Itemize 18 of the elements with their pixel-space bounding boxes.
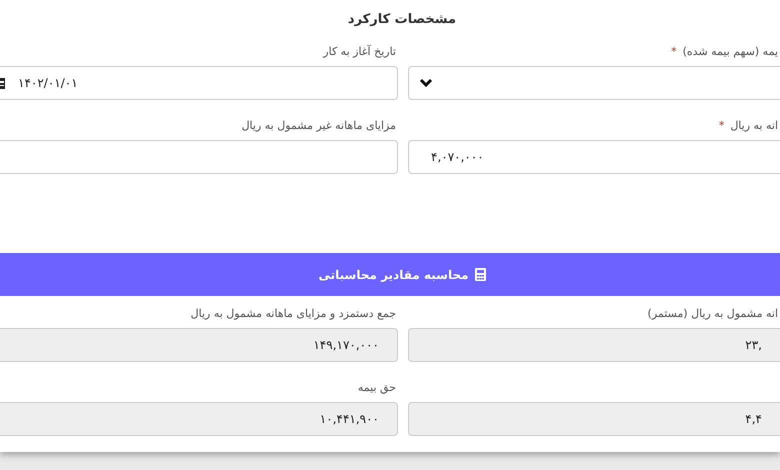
calendar-icon xyxy=(0,76,6,90)
required-mark: * xyxy=(671,45,677,58)
input-field[interactable]: ۴,۰۷۰,۰۰۰ xyxy=(408,140,780,174)
field-label: مزایای ماهانه غیر مشمول به ریال xyxy=(240,118,397,134)
field-label: انه مشمول به ریال (مستمر) xyxy=(648,307,778,320)
chevron-down-icon xyxy=(419,78,433,88)
field-label: تاریخ آغاز به کار xyxy=(322,44,397,60)
select-field[interactable] xyxy=(408,66,780,100)
required-mark: * xyxy=(718,119,724,132)
field-label: انه به ریال * xyxy=(718,118,779,134)
date-field[interactable]: ۱۴۰۲/۰۱/۰۱ xyxy=(0,66,398,100)
field-label: یمه (سهم بیمه شده) * xyxy=(670,44,779,60)
section-title: مشخصات کارکرد xyxy=(346,11,458,29)
field-label: حق بیمه xyxy=(358,381,396,394)
calculate-button[interactable]: محاسبه مقادیر محاسباتی xyxy=(0,253,780,296)
field-label: جمع دستمزد و مزایای ماهانه مشمول به ریال xyxy=(190,307,396,320)
calculator-icon xyxy=(474,268,486,281)
input-field[interactable] xyxy=(0,140,398,174)
